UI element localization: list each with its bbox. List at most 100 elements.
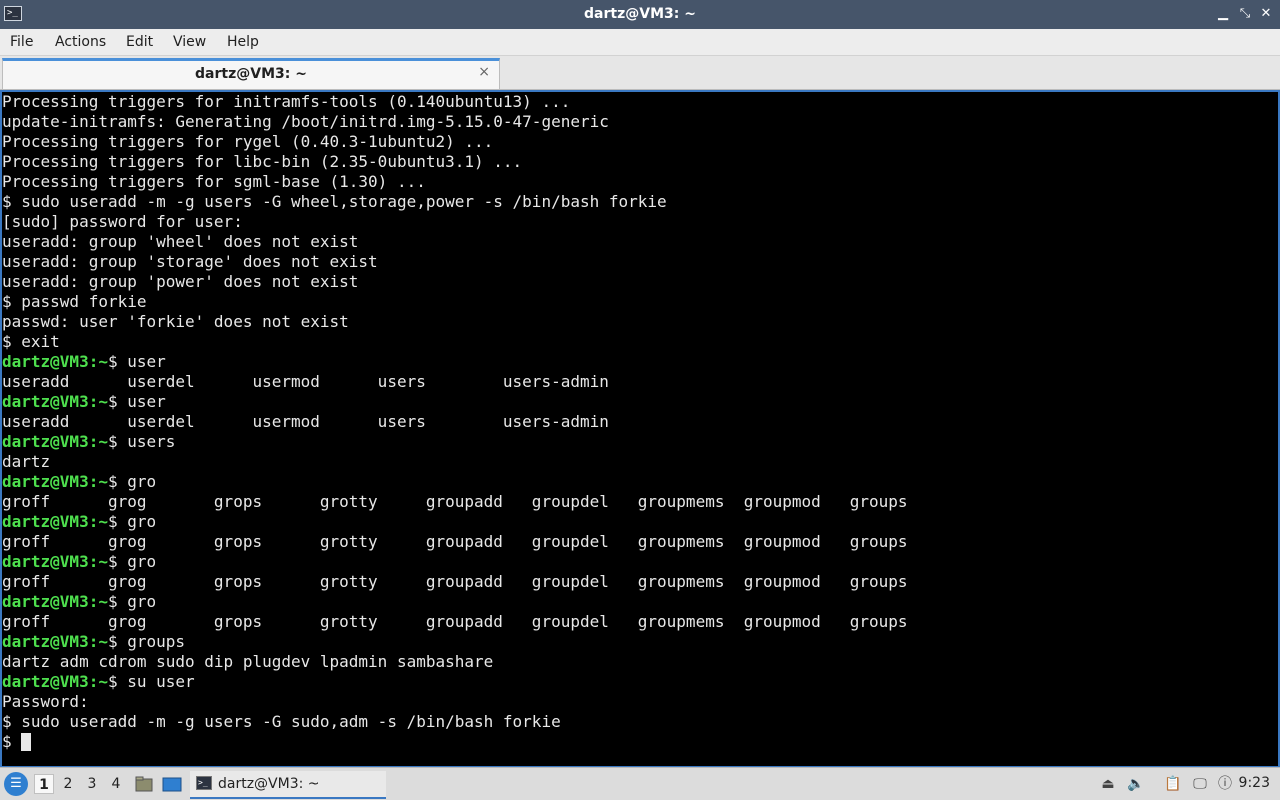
- task-label: dartz@VM3: ~: [218, 776, 320, 792]
- close-icon[interactable]: ✕: [1257, 5, 1275, 23]
- terminal-line-text: groff grog grops grotty groupadd groupde…: [2, 492, 908, 511]
- start-menu-icon[interactable]: ☰: [4, 772, 28, 796]
- window-titlebar[interactable]: >_ dartz@VM3: ~ ▁ ⤡ ✕: [0, 0, 1280, 29]
- shell-prompt: dartz@VM3:~: [2, 632, 108, 651]
- desktop-2-button[interactable]: 2: [58, 774, 78, 794]
- terminal-current-line[interactable]: $: [2, 732, 1278, 752]
- menu-bar: File Actions Edit View Help: [0, 29, 1280, 56]
- terminal-line: groff grog grops grotty groupadd groupde…: [2, 572, 1278, 592]
- desktop-3-button[interactable]: 3: [82, 774, 102, 794]
- terminal-line: useradd: group 'wheel' does not exist: [2, 232, 1278, 252]
- shell-prompt: dartz@VM3:~: [2, 352, 108, 371]
- network-icon[interactable]: 🖵: [1190, 774, 1210, 794]
- terminal-line: useradd userdel usermod users users-admi…: [2, 372, 1278, 392]
- clock[interactable]: 9:23: [1239, 775, 1270, 791]
- terminal-line-text: useradd: group 'power' does not exist: [2, 272, 359, 291]
- terminal-line: Processing triggers for libc-bin (2.35-0…: [2, 152, 1278, 172]
- terminal-line-text: groff grog grops grotty groupadd groupde…: [2, 532, 908, 551]
- current-prompt: $: [2, 732, 22, 751]
- terminal-line: groff grog grops grotty groupadd groupde…: [2, 612, 1278, 632]
- terminal-line: dartz@VM3:~$ gro: [2, 472, 1278, 492]
- terminal-line-text: useradd userdel usermod users users-admi…: [2, 372, 609, 391]
- terminal-line-text: $ groups: [107, 632, 186, 651]
- terminal-line-text: $ user: [107, 352, 166, 371]
- file-manager-icon[interactable]: [134, 774, 154, 794]
- shell-prompt: dartz@VM3:~: [2, 672, 108, 691]
- terminal-line-text: Processing triggers for sgml-base (1.30)…: [2, 172, 426, 191]
- shell-prompt: dartz@VM3:~: [2, 432, 108, 451]
- menu-actions[interactable]: Actions: [55, 34, 106, 50]
- terminal-line-text: useradd userdel usermod users users-admi…: [2, 412, 609, 431]
- terminal-line-text: groff grog grops grotty groupadd groupde…: [2, 572, 908, 591]
- terminal-line-text: useradd: group 'wheel' does not exist: [2, 232, 359, 251]
- show-desktop-icon[interactable]: [162, 774, 182, 794]
- menu-file[interactable]: File: [10, 34, 33, 50]
- terminal-line-text: $ users: [107, 432, 176, 451]
- tab-close-icon[interactable]: ×: [478, 64, 490, 80]
- terminal-line: useradd: group 'power' does not exist: [2, 272, 1278, 292]
- tab-bar: dartz@VM3: ~ ×: [0, 56, 1280, 90]
- volume-icon[interactable]: 🔈: [1126, 774, 1146, 794]
- terminal-line-text: $ exit: [2, 332, 60, 351]
- clipboard-icon[interactable]: 📋: [1163, 774, 1183, 794]
- terminal-line-text: $ user: [107, 392, 166, 411]
- terminal-line-text: $ su user: [107, 672, 195, 691]
- terminal-line: $ sudo useradd -m -g users -G sudo,adm -…: [2, 712, 1278, 732]
- terminal-line: groff grog grops grotty groupadd groupde…: [2, 492, 1278, 512]
- taskbar-terminal-button[interactable]: >_ dartz@VM3: ~: [190, 771, 386, 799]
- shell-prompt: dartz@VM3:~: [2, 472, 108, 491]
- window-title: dartz@VM3: ~: [584, 6, 696, 22]
- terminal-line-text: $ gro: [107, 592, 157, 611]
- shell-prompt: dartz@VM3:~: [2, 592, 108, 611]
- terminal-line: dartz@VM3:~$ users: [2, 432, 1278, 452]
- terminal-line-text: Processing triggers for libc-bin (2.35-0…: [2, 152, 523, 171]
- terminal-line: useradd: group 'storage' does not exist: [2, 252, 1278, 272]
- terminal-line-text: $ sudo useradd -m -g users -G sudo,adm -…: [2, 712, 561, 731]
- terminal-line-text: $ sudo useradd -m -g users -G wheel,stor…: [2, 192, 667, 211]
- tray-usb-icon[interactable]: ⏏: [1098, 774, 1118, 794]
- menu-view[interactable]: View: [173, 34, 206, 50]
- terminal-line: dartz adm cdrom sudo dip plugdev lpadmin…: [2, 652, 1278, 672]
- tab-terminal[interactable]: dartz@VM3: ~ ×: [2, 58, 500, 89]
- terminal-line-text: Processing triggers for initramfs-tools …: [2, 92, 571, 111]
- text-cursor: [21, 732, 32, 751]
- shell-prompt: dartz@VM3:~: [2, 392, 108, 411]
- terminal-line: dartz@VM3:~$ groups: [2, 632, 1278, 652]
- terminal-output[interactable]: Processing triggers for initramfs-tools …: [0, 90, 1280, 767]
- terminal-line: useradd userdel usermod users users-admi…: [2, 412, 1278, 432]
- terminal-line: Password:: [2, 692, 1278, 712]
- terminal-line: $ sudo useradd -m -g users -G wheel,stor…: [2, 192, 1278, 212]
- terminal-line-text: groff grog grops grotty groupadd groupde…: [2, 612, 908, 631]
- terminal-line: Processing triggers for initramfs-tools …: [2, 92, 1278, 112]
- desktop-1-button[interactable]: 1: [34, 774, 54, 794]
- terminal-line-text: dartz: [2, 452, 51, 471]
- terminal-line-text: $ passwd forkie: [2, 292, 147, 311]
- terminal-line-text: Processing triggers for rygel (0.40.3-1u…: [2, 132, 494, 151]
- terminal-line: dartz: [2, 452, 1278, 472]
- terminal-line: dartz@VM3:~$ gro: [2, 552, 1278, 572]
- terminal-line: $ passwd forkie: [2, 292, 1278, 312]
- terminal-line-text: useradd: group 'storage' does not exist: [2, 252, 378, 271]
- desktop-4-button[interactable]: 4: [106, 774, 126, 794]
- terminal-line: dartz@VM3:~$ gro: [2, 592, 1278, 612]
- tab-label: dartz@VM3: ~: [195, 66, 307, 82]
- terminal-line-text: update-initramfs: Generating /boot/initr…: [2, 112, 609, 131]
- menu-edit[interactable]: Edit: [126, 34, 153, 50]
- terminal-line: dartz@VM3:~$ user: [2, 392, 1278, 412]
- terminal-line: dartz@VM3:~$ user: [2, 352, 1278, 372]
- terminal-line: [sudo] password for user:: [2, 212, 1278, 232]
- terminal-task-icon: >_: [196, 776, 212, 790]
- terminal-line-text: passwd: user 'forkie' does not exist: [2, 312, 349, 331]
- maximize-icon[interactable]: ⤡: [1236, 5, 1254, 23]
- terminal-line-text: [sudo] password for user:: [2, 212, 243, 231]
- terminal-line-text: Password:: [2, 692, 89, 711]
- terminal-line: $ exit: [2, 332, 1278, 352]
- terminal-line-text: $ gro: [107, 472, 157, 491]
- update-notifier-icon[interactable]: ⓘ: [1215, 774, 1235, 794]
- menu-help[interactable]: Help: [227, 34, 259, 50]
- terminal-line-text: $ gro: [107, 552, 157, 571]
- terminal-line: dartz@VM3:~$ gro: [2, 512, 1278, 532]
- terminal-line: update-initramfs: Generating /boot/initr…: [2, 112, 1278, 132]
- minimize-icon[interactable]: ▁: [1214, 5, 1232, 23]
- terminal-line: Processing triggers for sgml-base (1.30)…: [2, 172, 1278, 192]
